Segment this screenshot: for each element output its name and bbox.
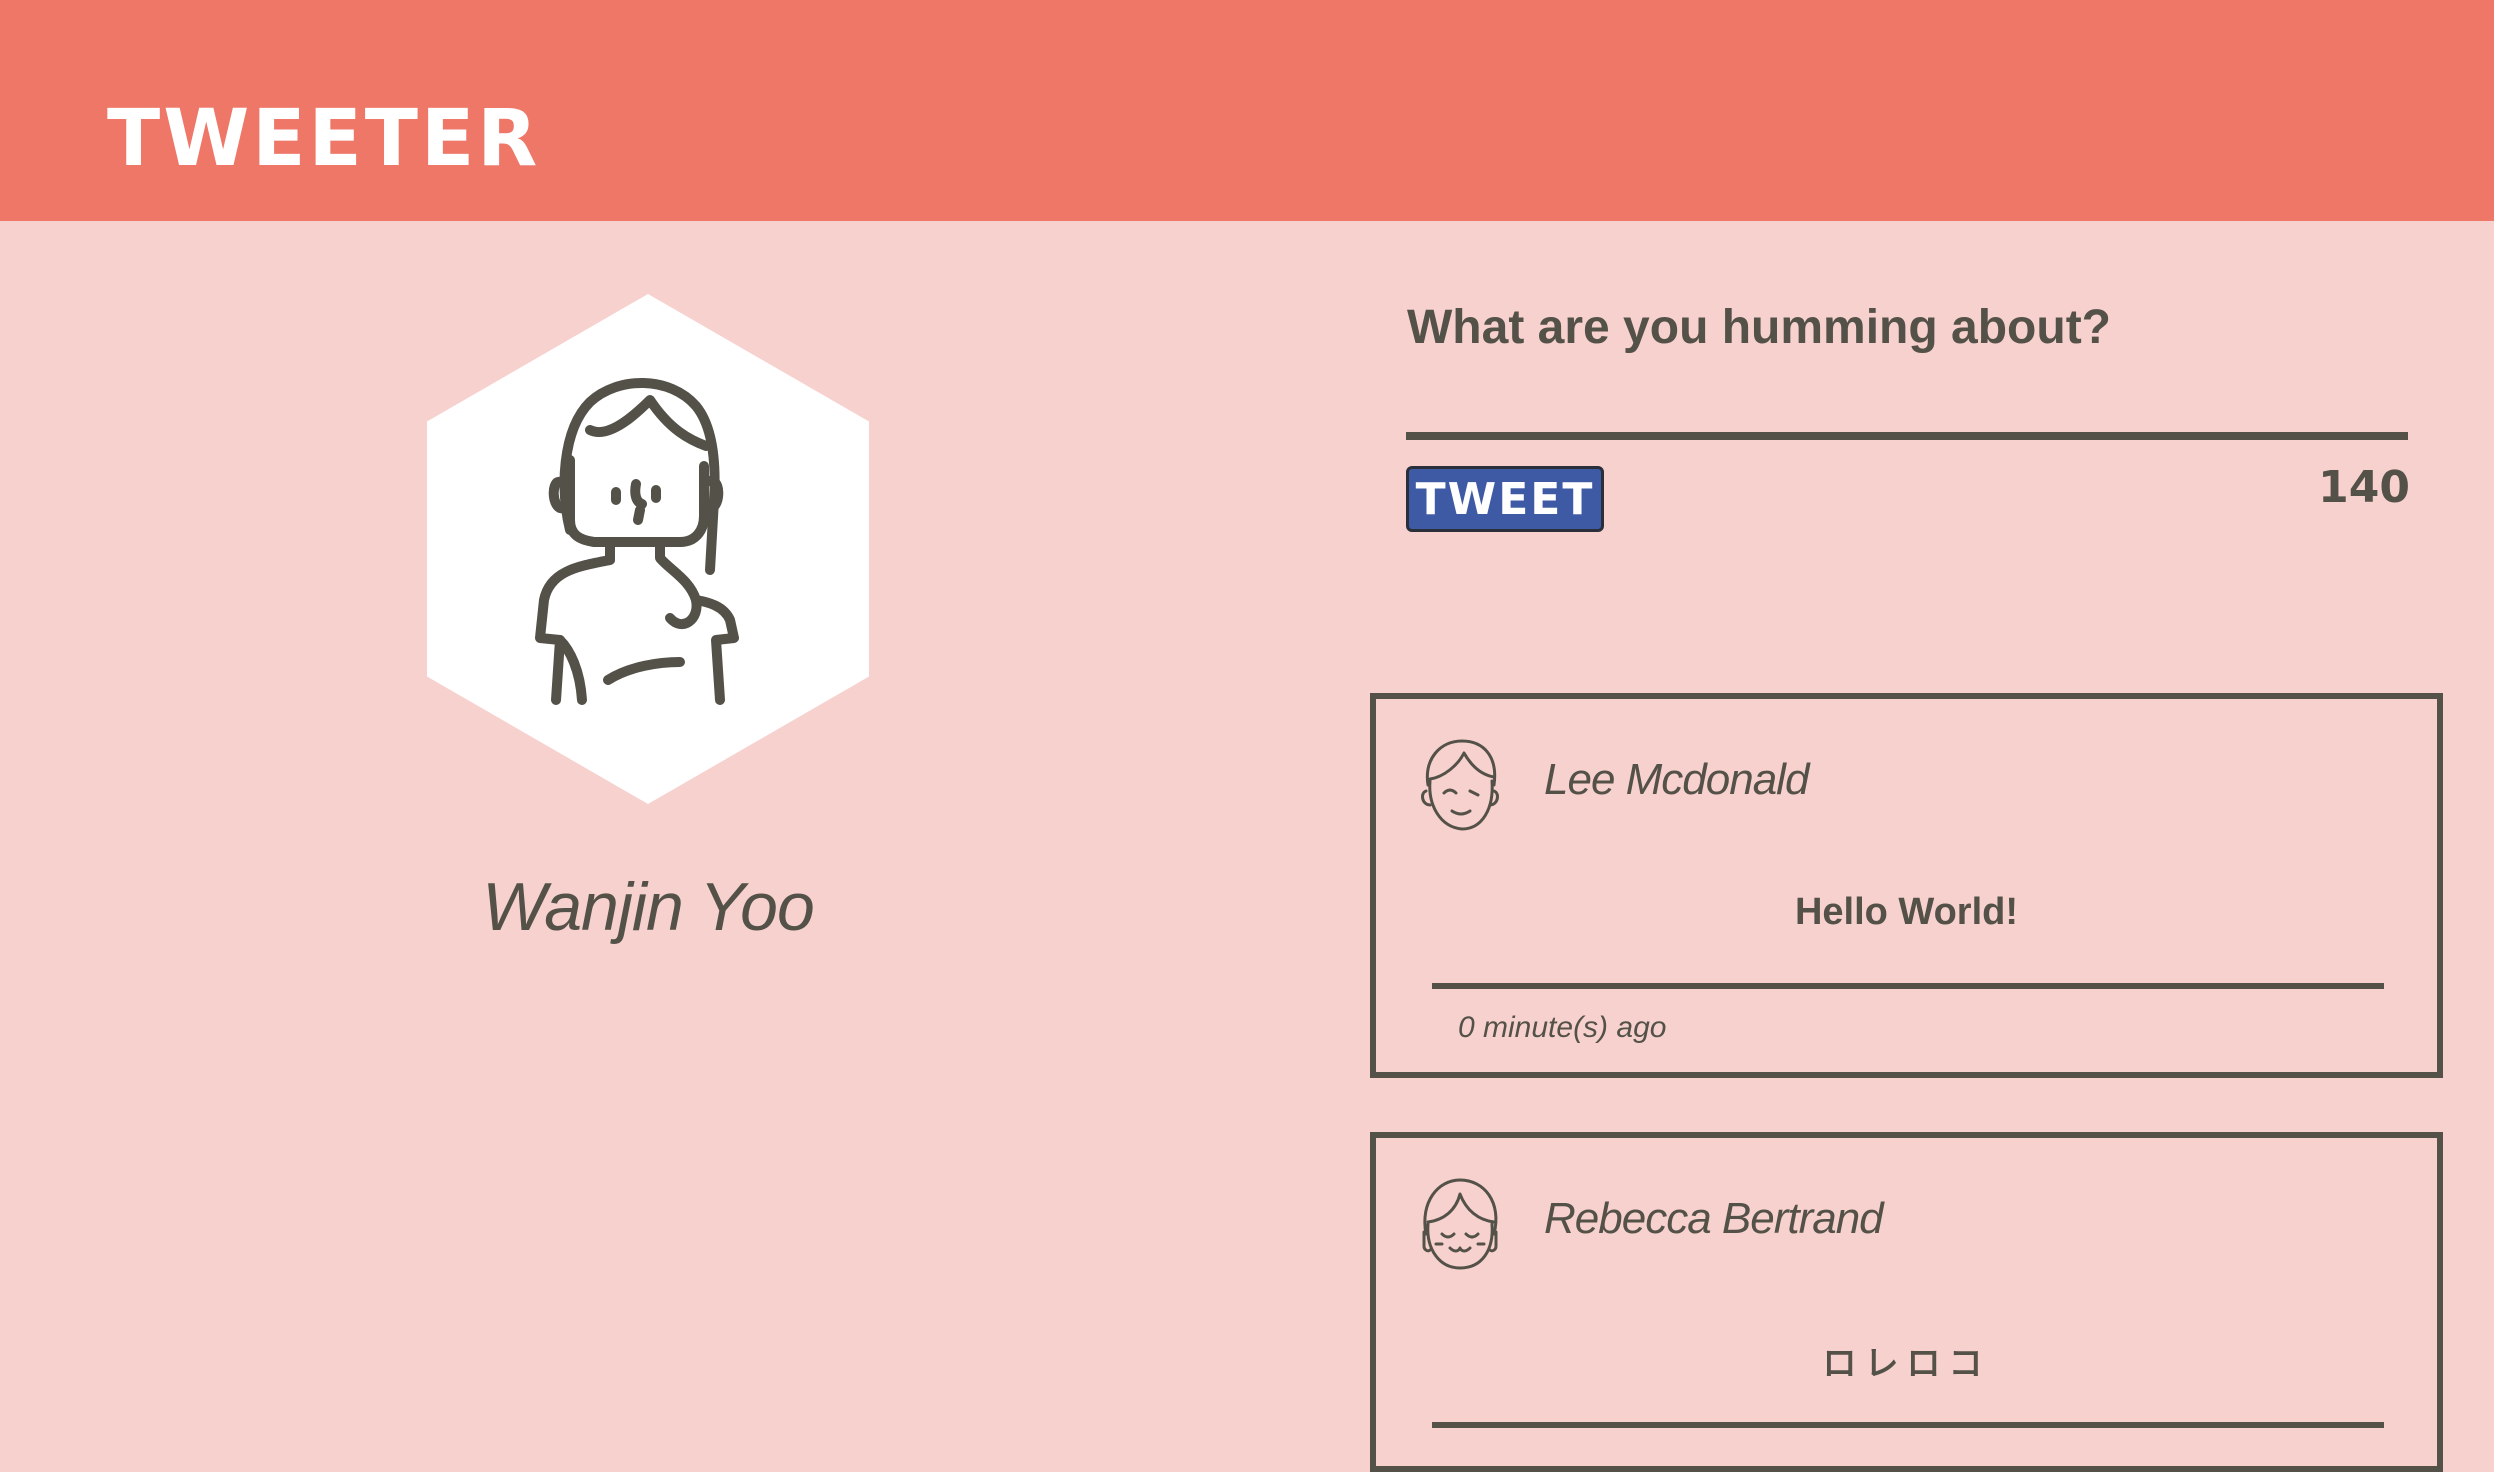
tweet-card: Rebecca Bertrand ロレロコ: [1370, 1132, 2443, 1472]
app-header: TWEETER: [0, 0, 2494, 221]
tweet-button[interactable]: TWEET: [1406, 466, 1604, 532]
profile-name: Wanjin Yoo: [482, 869, 815, 945]
app-logo[interactable]: TWEETER: [107, 100, 540, 178]
woman-avatar-icon: [535, 378, 739, 705]
compose-prompt[interactable]: What are you humming about?: [1407, 300, 2111, 355]
boy-avatar-icon: [1421, 739, 1499, 831]
tweet-author[interactable]: Rebecca Bertrand: [1544, 1194, 1884, 1244]
tweet-text: Hello World!: [1794, 891, 2019, 933]
tweet-divider: [1432, 983, 2384, 989]
tweet-text: ロレロコ: [1822, 1344, 1991, 1384]
girl-avatar-icon: [1422, 1178, 1498, 1270]
compose-input-underline[interactable]: [1406, 432, 2408, 440]
tweet-author[interactable]: Lee Mcdonald: [1544, 755, 1809, 805]
tweet-timestamp: 0 minute(s) ago: [1458, 1011, 1667, 1044]
tweet-divider: [1432, 1422, 2384, 1428]
char-counter: 140: [2318, 462, 2410, 513]
tweet-card: Lee Mcdonald Hello World! 0 minute(s) ag…: [1370, 693, 2443, 1078]
